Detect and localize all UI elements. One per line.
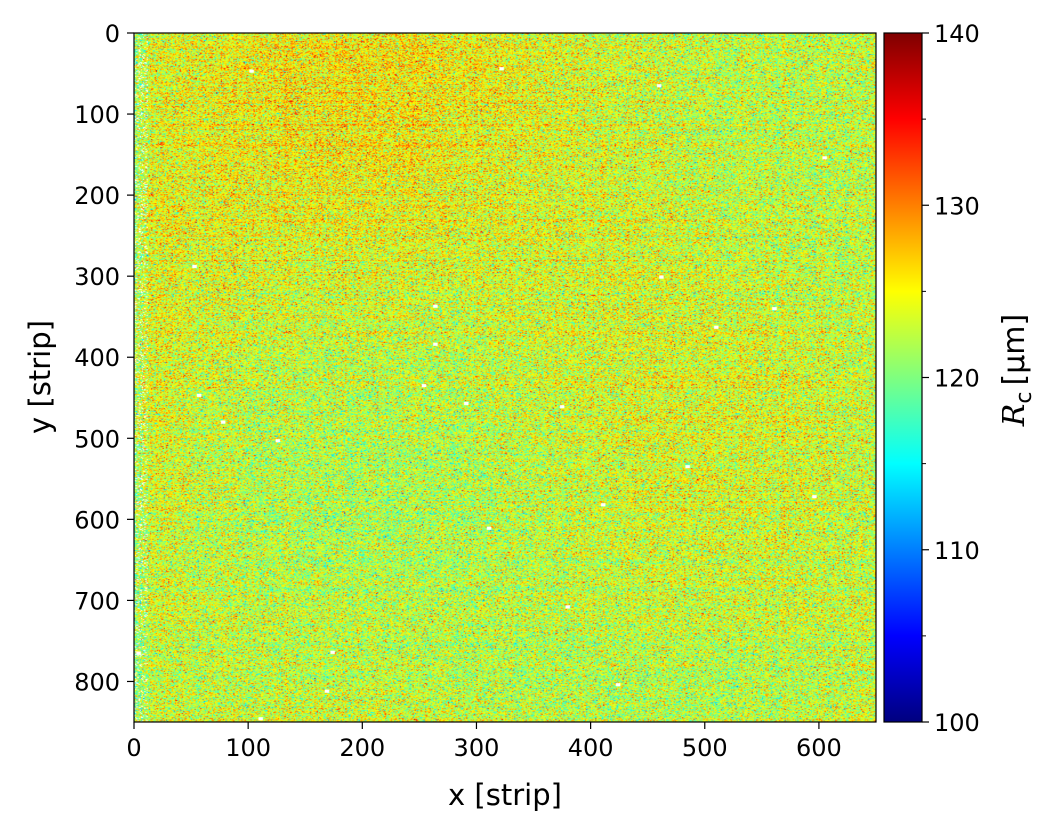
colorbar-ticks: 100 110 120 130 140	[922, 20, 980, 737]
y-tick-label: 100	[74, 101, 120, 129]
y-tick-label: 700	[74, 587, 120, 615]
x-tick-label: 100	[225, 734, 271, 762]
colorbar-tick-label: 120	[934, 365, 980, 393]
heatmap-plot-area	[133, 32, 877, 723]
x-axis-label: x [strip]	[448, 778, 562, 812]
heatmap-figure: 0 100 200 300 400 500 600 0 100 200 300 400 500 600 7…	[23, 20, 1037, 812]
x-tick-label: 200	[339, 734, 385, 762]
colorbar-tick-label: 100	[934, 709, 980, 737]
y-tick-label: 400	[74, 344, 120, 372]
y-tick-label: 300	[74, 263, 120, 291]
colorbar-label: Rc [µm]	[997, 314, 1037, 427]
x-tick-label: 300	[454, 734, 500, 762]
y-tick-label: 800	[74, 668, 120, 696]
colorbar-gradient	[884, 33, 922, 722]
x-tick-label: 400	[568, 734, 614, 762]
heatmap-image	[134, 33, 876, 722]
x-tick-label: 600	[796, 734, 842, 762]
y-tick-label: 500	[74, 425, 120, 453]
colorbar-label-unit: [µm]	[997, 314, 1032, 386]
y-tick-label: 200	[74, 182, 120, 210]
y-axis: 0 100 200 300 400 500 600 700 800	[74, 20, 134, 696]
y-axis-label: y [strip]	[23, 320, 57, 434]
colorbar-label-symbol: R	[997, 404, 1032, 428]
x-tick-label: 500	[682, 734, 728, 762]
colorbar-label-subscript: c	[1012, 392, 1037, 404]
colorbar-tick-label: 130	[934, 192, 980, 220]
y-tick-label: 0	[105, 20, 120, 48]
y-tick-label: 600	[74, 506, 120, 534]
colorbar-tick-label: 110	[934, 537, 980, 565]
colorbar-tick-label: 140	[934, 20, 980, 48]
x-tick-label: 0	[126, 734, 141, 762]
colorbar: 100 110 120 130 140 Rc [µm]	[883, 20, 1037, 737]
x-axis: 0 100 200 300 400 500 600	[126, 722, 842, 762]
